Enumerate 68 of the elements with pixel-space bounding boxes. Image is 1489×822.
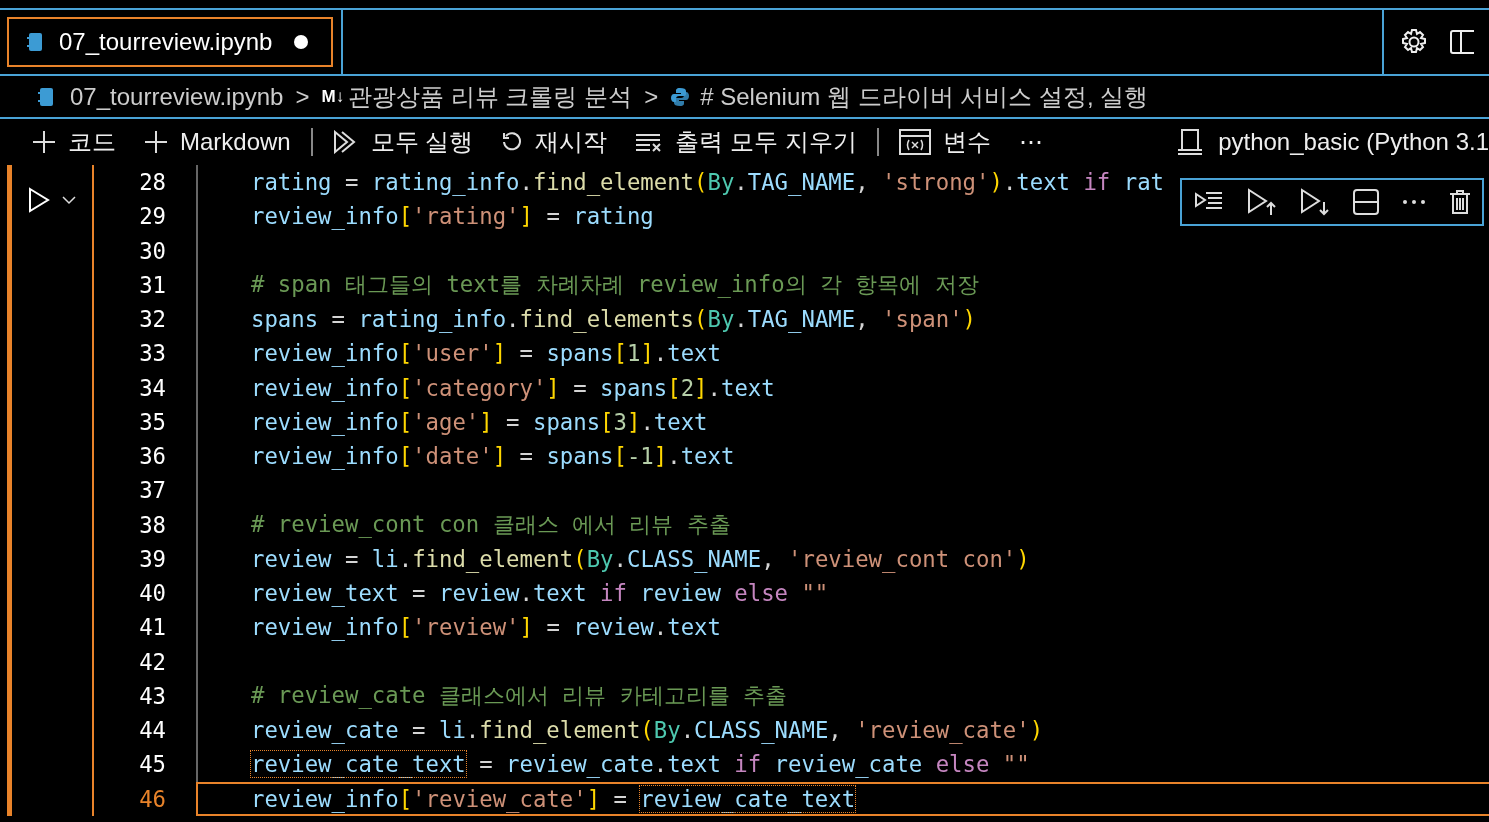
- python-icon: [670, 86, 691, 107]
- toolbar-button[interactable]: 코드: [18, 124, 130, 160]
- settings-icon[interactable]: [1400, 28, 1428, 56]
- chevron-icon[interactable]: [62, 195, 76, 205]
- notebook-tab[interactable]: 07_tourreview.ipynb: [7, 17, 333, 67]
- breadcrumb-item[interactable]: 관광상품 리뷰 크롤링 분석: [348, 80, 633, 113]
- code-line: review = li.find_element(By.CLASS_NAME, 'review_cont con'): [251, 545, 1030, 572]
- breadcrumb-item[interactable]: 07_tourreview.ipynb: [70, 82, 284, 111]
- restart-icon: [501, 131, 524, 153]
- line-number: 40: [138, 580, 166, 607]
- run-below-icon[interactable]: [1299, 188, 1330, 216]
- line-number: 29: [138, 203, 166, 230]
- delete-icon[interactable]: [1448, 189, 1471, 215]
- toolbar-button[interactable]: 재시작: [487, 124, 622, 160]
- line-number: 30: [138, 237, 166, 264]
- line-number: 33: [138, 340, 166, 367]
- code-line: review_text = review.text if review else "": [251, 580, 829, 607]
- run-above-icon[interactable]: [1246, 188, 1277, 216]
- code-line: spans = rating_info.find_elements(By.TAG_NAME, 'span'): [251, 306, 976, 333]
- code-line: review_cate_text = review_cate.text if review_cate else "": [251, 751, 1030, 778]
- code-line: # span 태그들의 text를 차례차례 review_info의 각 항목에 저장: [251, 269, 979, 300]
- line-number: 38: [138, 511, 166, 538]
- line-number: 31: [138, 271, 166, 298]
- code-line: rating = rating_info.find_element(By.TAG_NAME, 'strong').text if rat: [251, 169, 1164, 196]
- split-editor-icon[interactable]: [1450, 29, 1474, 55]
- kernel-picker[interactable]: python_basic (Python 3.1: [1218, 128, 1489, 156]
- code-line: # review_cate 클래스에서 리뷰 카테고리를 추출: [251, 680, 788, 711]
- plus-icon: [32, 130, 56, 154]
- line-number: 39: [138, 545, 166, 572]
- toolbar-button[interactable]: Markdown: [130, 124, 305, 160]
- line-number: 37: [138, 477, 166, 504]
- kernel-icon[interactable]: [1176, 128, 1205, 156]
- breadcrumb-separator: >: [644, 82, 659, 111]
- code-line: review_info['age'] = spans[3].text: [251, 408, 708, 435]
- line-number: 45: [138, 751, 166, 778]
- plus-icon: [144, 130, 168, 154]
- line-number: 41: [138, 614, 166, 641]
- notebook-icon: [27, 32, 43, 52]
- variables-icon: [898, 129, 931, 155]
- code-line: review_info['user'] = spans[1].text: [251, 340, 721, 367]
- split-cell-icon[interactable]: [1352, 189, 1379, 215]
- line-number: 36: [138, 443, 166, 470]
- line-number: 34: [138, 374, 166, 401]
- clear-output-icon: [635, 132, 664, 152]
- line-number: 44: [138, 717, 166, 744]
- code-line: review_cate = li.find_element(By.CLASS_NAME, 'review_cate'): [251, 717, 1044, 744]
- toolbar-button[interactable]: 모두 실행: [318, 124, 488, 160]
- code-line: review_info['review'] = review.text: [251, 614, 721, 641]
- line-number: 32: [138, 306, 166, 333]
- notebook-icon: [38, 86, 54, 107]
- more-button[interactable]: ⋯: [1004, 124, 1057, 160]
- toolbar-button[interactable]: 변수: [884, 124, 1005, 160]
- line-number: 46: [138, 785, 166, 812]
- breadcrumb-item[interactable]: # Selenium 웹 드라이버 서비스 설정, 실행: [700, 80, 1149, 113]
- toolbar-button[interactable]: 출력 모두 지우기: [621, 124, 871, 160]
- line-number: 43: [138, 682, 166, 709]
- line-number: 35: [138, 408, 166, 435]
- code-line: review_info['review_cate'] = review_cate_text: [251, 785, 856, 812]
- markdown-icon: M↓: [321, 86, 345, 107]
- run-cell-icon[interactable]: [28, 187, 50, 213]
- line-number: 28: [138, 169, 166, 196]
- code-line: review_info['date'] = spans[-1].text: [251, 443, 735, 470]
- code-line: # review_cont con 클래스 에서 리뷰 추출: [251, 509, 731, 540]
- code-line: review_info['category'] = spans[2].text: [251, 374, 775, 401]
- code-line: review_info['rating'] = rating: [251, 203, 654, 230]
- line-number: 42: [138, 648, 166, 675]
- breadcrumb-separator: >: [295, 82, 310, 111]
- more-icon[interactable]: [1401, 199, 1426, 205]
